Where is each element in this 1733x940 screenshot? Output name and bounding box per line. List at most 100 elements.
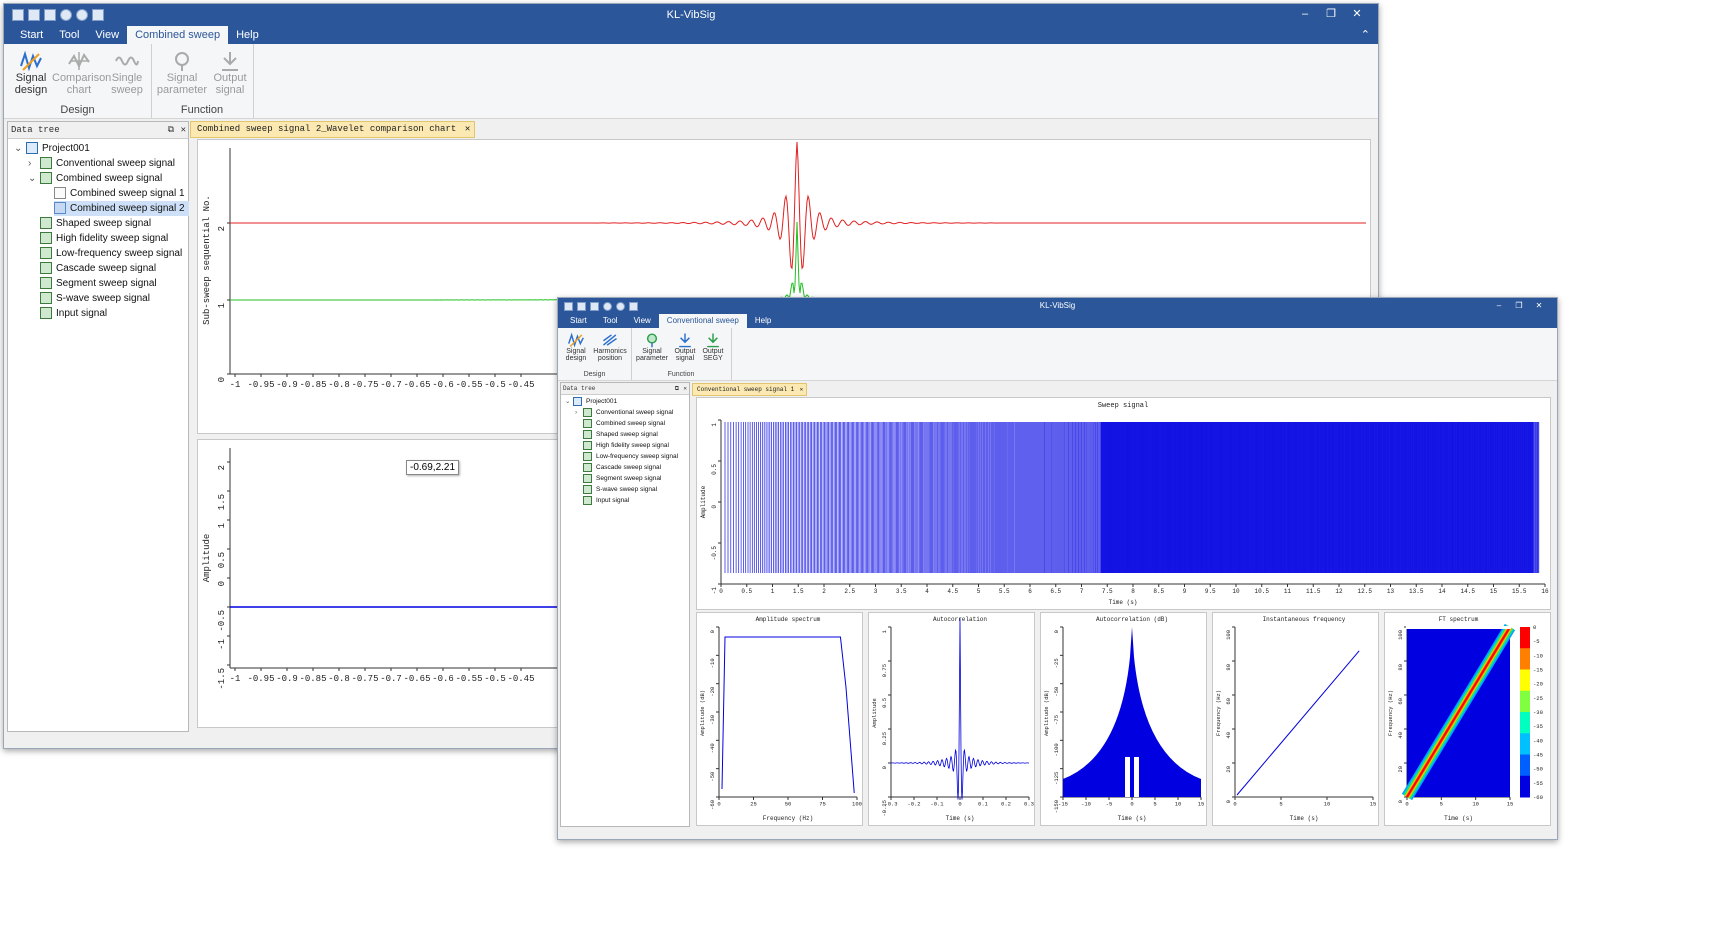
minimize-icon[interactable]: – bbox=[1292, 4, 1318, 26]
x-tick-label: 14 bbox=[1438, 588, 1446, 595]
y-tick-label: 2 bbox=[217, 465, 227, 470]
doc-tab-close-icon[interactable]: ✕ bbox=[465, 122, 470, 137]
pin-icon[interactable]: ⧉ bbox=[168, 122, 174, 138]
signal-design-button[interactable]: Signal design bbox=[10, 50, 52, 96]
chevron-right-icon[interactable]: › bbox=[575, 407, 577, 418]
tree-item[interactable]: Shaped sweep signal bbox=[40, 216, 155, 231]
group-design-label: Design bbox=[60, 104, 95, 116]
tree-item[interactable]: Segment sweep signal bbox=[40, 276, 161, 291]
harmonics-position-button[interactable]: Harmonics position bbox=[591, 332, 629, 362]
output-signal-button[interactable]: Output signal bbox=[671, 332, 699, 362]
tab-view[interactable]: View bbox=[626, 314, 659, 328]
collapse-ribbon-icon[interactable]: ⌃ bbox=[1353, 26, 1378, 44]
x-tick-label: -0.8 bbox=[328, 380, 350, 390]
tab-tool[interactable]: Tool bbox=[595, 314, 626, 328]
document-icon bbox=[54, 202, 66, 215]
chevron-down-icon[interactable]: ⌄ bbox=[14, 141, 22, 156]
group-function-label: Function bbox=[667, 371, 695, 378]
x-tick-label: 6 bbox=[1028, 588, 1032, 595]
restore-icon[interactable]: ❐ bbox=[1318, 4, 1344, 26]
restore-icon[interactable]: ❐ bbox=[1509, 298, 1529, 314]
tree-item[interactable]: › Conventional sweep signal bbox=[28, 156, 179, 171]
front-doc-tab[interactable]: Conventional sweep signal 1 ✕ bbox=[692, 383, 808, 396]
signal-folder-icon bbox=[40, 232, 52, 245]
colorbar-tick-label: -60 bbox=[1533, 794, 1543, 801]
colorbar-tick-label: -5 bbox=[1533, 638, 1540, 645]
output-segy-button[interactable]: Output SEGY bbox=[699, 332, 727, 362]
tree-item[interactable]: Combined sweep signal bbox=[583, 418, 669, 429]
tree-item[interactable]: High fidelity sweep signal bbox=[40, 231, 172, 246]
tree-item[interactable]: ⌄ Combined sweep signal bbox=[28, 171, 166, 186]
tree-item[interactable]: Cascade sweep signal bbox=[40, 261, 160, 276]
tab-help[interactable]: Help bbox=[228, 26, 267, 44]
comparison-chart-button[interactable]: Comparison chart bbox=[52, 50, 111, 96]
tree-item[interactable]: ⌄ Project001 bbox=[14, 141, 94, 156]
colorbar-tick-label: -20 bbox=[1533, 681, 1543, 688]
pin-icon[interactable]: ⧉ bbox=[675, 383, 679, 394]
chevron-right-icon[interactable]: › bbox=[28, 156, 31, 171]
tree-item[interactable]: High fidelity sweep signal bbox=[583, 440, 673, 451]
x-tick-label: 8.5 bbox=[1153, 588, 1164, 595]
tree-item[interactable]: S-wave sweep signal bbox=[583, 484, 661, 495]
y-axis-label: Amplitude (dB) bbox=[699, 690, 706, 736]
tree-item[interactable]: › Conventional sweep signal bbox=[575, 407, 677, 418]
tree-item-label: Project001 bbox=[586, 398, 618, 405]
tree-item[interactable]: Segment sweep signal bbox=[583, 473, 665, 484]
x-axis-label: Time (s) bbox=[1118, 815, 1147, 822]
tree-item-label: Cascade sweep signal bbox=[56, 263, 157, 274]
x-tick-label: -0.85 bbox=[299, 380, 326, 390]
tree-item[interactable]: Cascade sweep signal bbox=[583, 462, 665, 473]
tree-item[interactable]: Low-frequency sweep signal bbox=[583, 451, 682, 462]
signal-parameter-button[interactable]: Signal parameter bbox=[155, 50, 209, 96]
group-function: Signal parameter Output signal Function bbox=[151, 44, 254, 118]
x-tick-label: 12.5 bbox=[1358, 588, 1373, 595]
tree-item[interactable]: Combined sweep signal 2 bbox=[54, 201, 189, 216]
y-tick-label: 1 bbox=[711, 423, 718, 427]
tree-item-label: Segment sweep signal bbox=[56, 278, 157, 289]
single-sweep-button[interactable]: Single sweep bbox=[106, 50, 148, 96]
x-tick-label: 8 bbox=[1131, 588, 1135, 595]
colorbar-segment bbox=[1520, 648, 1530, 670]
tree-item[interactable]: Input signal bbox=[40, 306, 111, 321]
close-icon[interactable]: ✕ bbox=[1529, 298, 1549, 314]
tree-item[interactable]: Combined sweep signal 1 bbox=[54, 186, 189, 201]
y-tick-label: -30 bbox=[709, 715, 716, 725]
doc-tab-close-icon[interactable]: ✕ bbox=[800, 384, 804, 395]
tree-item[interactable]: Input signal bbox=[583, 495, 633, 506]
y-tick-label: -60 bbox=[709, 800, 716, 810]
colorbar-tick-label: -30 bbox=[1533, 709, 1543, 716]
minimize-icon[interactable]: – bbox=[1489, 298, 1509, 314]
tab-conventional-sweep[interactable]: Conventional sweep bbox=[658, 314, 747, 328]
tab-help[interactable]: Help bbox=[747, 314, 779, 328]
tree-item[interactable]: ⌄ Project001 bbox=[565, 396, 621, 407]
sweep-chart-title: Sweep signal bbox=[1098, 402, 1148, 410]
tab-start[interactable]: Start bbox=[12, 26, 51, 44]
x-tick-label: 50 bbox=[785, 801, 792, 808]
y-tick-label: -0.25 bbox=[881, 800, 888, 817]
tab-combined-sweep[interactable]: Combined sweep bbox=[127, 26, 229, 44]
signal-folder-icon bbox=[583, 495, 592, 505]
panel-close-icon[interactable]: ✕ bbox=[683, 383, 687, 394]
back-doc-tab[interactable]: Combined sweep signal 2_Wavelet comparis… bbox=[190, 121, 476, 138]
output-signal-button[interactable]: Output signal bbox=[209, 50, 251, 96]
tree-item[interactable]: Shaped sweep signal bbox=[583, 429, 662, 440]
tab-view[interactable]: View bbox=[87, 26, 127, 44]
tree-item[interactable]: S-wave sweep signal bbox=[40, 291, 154, 306]
panel-close-icon[interactable]: ✕ bbox=[181, 122, 186, 138]
tree-item-label: Project001 bbox=[42, 143, 90, 154]
y-tick-label: -1.5 bbox=[217, 668, 227, 690]
x-tick-label: -0.95 bbox=[247, 674, 274, 684]
close-icon[interactable]: ✕ bbox=[1344, 4, 1370, 26]
signal-design-button[interactable]: Signal design bbox=[561, 332, 591, 362]
chevron-down-icon[interactable]: ⌄ bbox=[28, 171, 36, 186]
y-axis-label: Amplitude (dB) bbox=[1043, 690, 1050, 736]
tree-item[interactable]: Low-frequency sweep signal bbox=[40, 246, 186, 261]
x-tick-label: -0.55 bbox=[455, 674, 482, 684]
x-tick-label: -1 bbox=[230, 674, 241, 684]
tab-start[interactable]: Start bbox=[562, 314, 595, 328]
tab-tool[interactable]: Tool bbox=[51, 26, 87, 44]
chevron-down-icon[interactable]: ⌄ bbox=[565, 396, 570, 407]
signal-parameter-button[interactable]: Signal parameter bbox=[633, 332, 671, 362]
front-ribbon: Signal design Harmonics position Design … bbox=[558, 328, 1557, 381]
y-tick-label: 20 bbox=[1397, 766, 1404, 773]
